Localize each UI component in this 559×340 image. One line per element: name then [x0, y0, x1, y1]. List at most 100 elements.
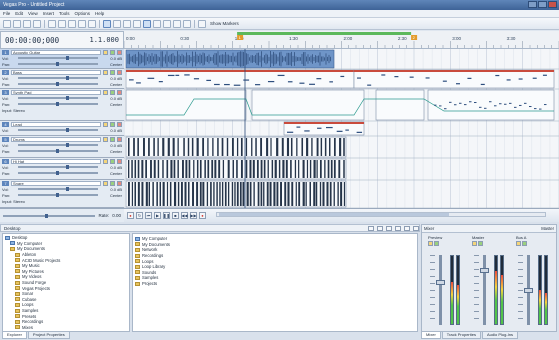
track-name[interactable]: Bass: [11, 69, 101, 75]
refresh-icon[interactable]: [377, 225, 383, 231]
rate-slider[interactable]: [3, 213, 96, 218]
fader-knob[interactable]: [524, 288, 533, 293]
solo-icon[interactable]: [110, 158, 115, 164]
views-icon[interactable]: [386, 225, 392, 231]
show-markers-icon[interactable]: [198, 19, 206, 28]
solo-icon[interactable]: [110, 89, 115, 95]
track-header[interactable]: 7 Snare Vol: 0.0 dB Pan: Center Input: Stereo: [0, 180, 124, 208]
volume-slider[interactable]: [18, 187, 98, 191]
volume-slider[interactable]: [18, 96, 98, 100]
mute-icon[interactable]: [103, 89, 108, 95]
solo-icon[interactable]: [434, 241, 439, 246]
zoom-tool-icon[interactable]: [133, 19, 141, 28]
volume-slider[interactable]: [18, 56, 98, 60]
arm-record-icon[interactable]: [117, 89, 122, 95]
tab-explorer[interactable]: Explorer: [2, 332, 27, 339]
volume-slider[interactable]: [18, 128, 98, 132]
render-icon[interactable]: [33, 19, 41, 28]
track-header[interactable]: 4 Lead Vol: 0.0 dB: [0, 121, 124, 136]
solo-icon[interactable]: [110, 49, 115, 55]
save-icon[interactable]: [23, 19, 31, 28]
folder-tree[interactable]: Desktop My Computer My Documents Ableton ACI…: [2, 233, 130, 332]
track-header[interactable]: 6 Hi Hat Vol: 0.0 dB Pan: Center: [0, 158, 124, 180]
stop-preview-icon[interactable]: [404, 225, 410, 231]
auto-preview-icon[interactable]: [413, 225, 419, 231]
arm-record-icon[interactable]: [117, 121, 122, 127]
menu-insert[interactable]: Insert: [43, 11, 54, 16]
volume-slider[interactable]: [18, 165, 98, 169]
arm-record-icon[interactable]: [117, 136, 122, 142]
erase-icon[interactable]: [163, 19, 171, 28]
cut-icon[interactable]: [48, 19, 56, 28]
explorer-path[interactable]: Desktop: [4, 226, 365, 231]
marker-icon[interactable]: [183, 19, 191, 28]
mute-icon[interactable]: [103, 121, 108, 127]
close-button[interactable]: [548, 1, 557, 8]
tab-project-properties[interactable]: Project Properties: [27, 332, 70, 339]
track-name[interactable]: Drums: [11, 136, 101, 142]
solo-icon[interactable]: [522, 241, 527, 246]
play-from-start-icon[interactable]: ⏮: [145, 212, 152, 219]
track-name[interactable]: Hi Hat: [11, 158, 101, 164]
track-header[interactable]: 5 Drums Vol: 0.0 dB Pan: Center: [0, 136, 124, 158]
pause-icon[interactable]: ❚❚: [163, 212, 170, 219]
tab-track-properties[interactable]: Track Properties: [441, 332, 481, 339]
track-header[interactable]: 2 Bass Vol: 0.0 dB Pan: Center: [0, 69, 124, 89]
file-list[interactable]: My Computer My Documents Network Recordings…: [132, 233, 418, 332]
next-icon[interactable]: ▶▶: [190, 212, 197, 219]
tree-item[interactable]: Mixes: [3, 325, 129, 331]
play-icon[interactable]: ▶: [154, 212, 161, 219]
mute-icon[interactable]: [428, 241, 433, 246]
tab-mixer[interactable]: Mixer: [421, 332, 441, 339]
mute-icon[interactable]: [103, 180, 108, 186]
maximize-button[interactable]: [538, 1, 547, 8]
grid-icon[interactable]: [143, 19, 151, 28]
play-preview-icon[interactable]: [395, 225, 401, 231]
fader-track[interactable]: [439, 255, 442, 325]
solo-icon[interactable]: [478, 241, 483, 246]
pan-slider[interactable]: [18, 102, 98, 106]
arm-icon[interactable]: ●: [199, 212, 206, 219]
envelope-tool-icon[interactable]: [123, 19, 131, 28]
snap-icon[interactable]: [103, 19, 111, 28]
loop-icon[interactable]: ↻: [136, 212, 143, 219]
track-name[interactable]: Acoustic Guitar: [11, 49, 101, 55]
arm-record-icon[interactable]: [117, 49, 122, 55]
copy-icon[interactable]: [58, 19, 66, 28]
edit-tool-icon[interactable]: [113, 19, 121, 28]
track-area[interactable]: [124, 49, 559, 208]
arm-record-icon[interactable]: [117, 180, 122, 186]
solo-icon[interactable]: [110, 180, 115, 186]
pan-slider[interactable]: [18, 82, 98, 86]
track-header[interactable]: 3 Synth Pad Vol: 0.0 dB Pan: Center Input: Ste…: [0, 89, 124, 121]
track-name[interactable]: Synth Pad: [11, 89, 101, 95]
track-name[interactable]: Lead: [11, 121, 101, 127]
solo-icon[interactable]: [110, 136, 115, 142]
previous-icon[interactable]: ◀◀: [181, 212, 188, 219]
undo-icon[interactable]: [78, 19, 86, 28]
record-icon[interactable]: ●: [127, 212, 134, 219]
open-icon[interactable]: [13, 19, 21, 28]
stop-icon[interactable]: ■: [172, 212, 179, 219]
arm-record-icon[interactable]: [117, 69, 122, 75]
mute-icon[interactable]: [103, 69, 108, 75]
pencil-icon[interactable]: [153, 19, 161, 28]
menu-help[interactable]: Help: [95, 11, 104, 16]
mute-icon[interactable]: [103, 158, 108, 164]
up-folder-icon[interactable]: [368, 225, 374, 231]
solo-icon[interactable]: [110, 121, 115, 127]
menu-options[interactable]: Options: [75, 11, 91, 16]
minimize-button[interactable]: [528, 1, 537, 8]
file-item[interactable]: Projects: [135, 281, 415, 287]
fader-track[interactable]: [483, 255, 486, 325]
volume-slider[interactable]: [18, 143, 98, 147]
mute-icon[interactable]: [516, 241, 521, 246]
paste-icon[interactable]: [68, 19, 76, 28]
pan-slider[interactable]: [18, 193, 98, 197]
timeline-ruler[interactable]: 0:000:301:001:302:002:303:003:304:0012: [124, 31, 559, 49]
scrollbar-thumb[interactable]: [219, 213, 449, 216]
fader-knob[interactable]: [436, 279, 445, 285]
track-lanes[interactable]: [124, 49, 559, 208]
mute-icon[interactable]: [472, 241, 477, 246]
volume-slider[interactable]: [18, 76, 98, 80]
